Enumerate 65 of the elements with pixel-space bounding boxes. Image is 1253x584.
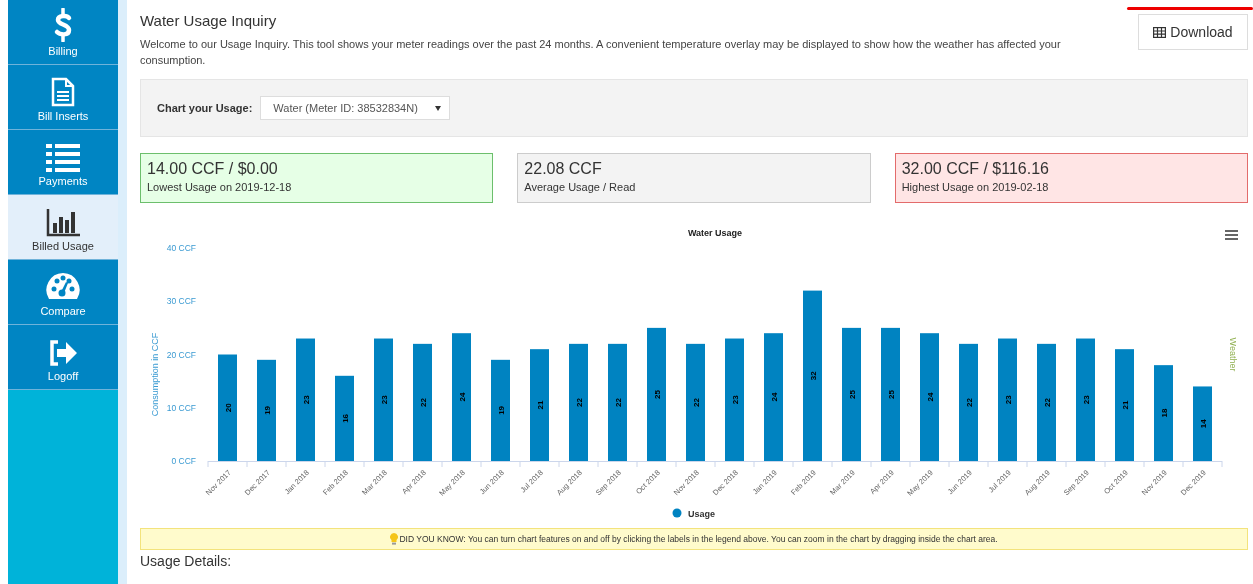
filter-label: Chart your Usage: (157, 102, 253, 114)
stat-caption: Average Usage / Read (524, 181, 637, 193)
bar-chart-icon (46, 209, 80, 237)
page-title: Water Usage Inquiry (140, 12, 277, 29)
bar-value-label: 22 (613, 397, 623, 407)
tip-text: DID YOU KNOW: You can turn chart features on and off by clicking the labels in the legend above. You can zoom in the chart by dragging inside the chart area. (399, 534, 998, 544)
y-axis-title: Consumption in CCF (150, 332, 160, 417)
stat-value: 32.00 CCF / $116.16 (901, 160, 1050, 178)
bar-value-label: 18 (1159, 408, 1169, 418)
sign-out-icon (48, 339, 78, 367)
document-icon (51, 77, 75, 107)
lightbulb-icon (390, 533, 399, 545)
caret-icon (435, 105, 442, 111)
bar-value-label: 25 (847, 390, 857, 399)
y-tick-label: 30 CCF (166, 296, 196, 307)
sidebar-item[interactable]: Compare (8, 260, 118, 325)
section-heading: Usage Details: (140, 554, 232, 568)
table-icon (1153, 26, 1167, 38)
bar-value-label: 25 (886, 390, 896, 399)
bar-value-label: 16 (340, 413, 350, 423)
bar-value-label: 21 (1120, 400, 1130, 410)
stat-value: 14.00 CCF / $0.00 (147, 160, 279, 178)
bar-value-label: 21 (535, 400, 545, 410)
y-axis-title: Weather (1228, 337, 1238, 372)
y-tick-label: 10 CCF (166, 402, 196, 413)
bar-value-label: 23 (1081, 395, 1091, 405)
sidebar-item[interactable]: Billing (8, 0, 118, 65)
bar-value-label: 20 (223, 403, 233, 413)
intro-text: Welcome to our Usage Inquiry. This tool shows your meter readings over the past 24 months. A convenient temperature overlay may be displayed to show how the weather has affected your consumption. (140, 37, 1062, 68)
chart-title: Water Usage (687, 228, 743, 238)
stat-caption: Lowest Usage on 2019-12-18 (147, 181, 293, 193)
bar-value-label: 19 (496, 405, 506, 415)
bar-value-label: 23 (379, 395, 389, 405)
bar-value-label: 14 (1198, 419, 1208, 429)
bar-value-label: 25 (652, 390, 662, 399)
bar-value-label: 23 (301, 395, 311, 405)
stat-caption: Highest Usage on 2019-02-18 (901, 181, 1050, 193)
bar-value-label: 24 (769, 392, 779, 402)
stat-value: 22.08 CCF (524, 160, 603, 178)
menu-icon[interactable] (1225, 230, 1238, 240)
legend-label: Usage (688, 508, 716, 519)
bar-value-label: 22 (964, 397, 974, 407)
list-icon (46, 144, 80, 172)
gauge-icon (45, 272, 81, 302)
sidebar-item[interactable]: Billed Usage (8, 195, 118, 260)
dollar-icon (53, 8, 73, 42)
bar-value-label: 32 (808, 371, 818, 381)
bar-value-label: 24 (457, 392, 467, 402)
bar-value-label: 23 (730, 395, 740, 405)
download-button[interactable]: Download (1138, 14, 1248, 50)
bar-value-label: 23 (1003, 395, 1013, 405)
bar-value-label: 22 (574, 397, 584, 407)
y-tick-label: 0 CCF (171, 456, 196, 466)
legend-item[interactable]: Usage (672, 508, 715, 519)
bar-value-label: 22 (691, 397, 701, 407)
sidebar-item[interactable]: Bill Inserts (8, 65, 118, 130)
bar-value-label: 24 (925, 392, 935, 402)
sidebar-item[interactable]: Logoff (8, 325, 118, 390)
y-tick-label: 20 CCF (166, 349, 196, 360)
meter-select[interactable]: Water (Meter ID: 38532834N) (260, 96, 451, 120)
bar-value-label: 22 (1042, 397, 1052, 407)
sidebar-item[interactable]: Payments (8, 130, 118, 195)
bar-value-label: 19 (262, 405, 272, 415)
bar-value-label: 22 (418, 397, 428, 407)
y-tick-label: 40 CCF (166, 243, 196, 253)
